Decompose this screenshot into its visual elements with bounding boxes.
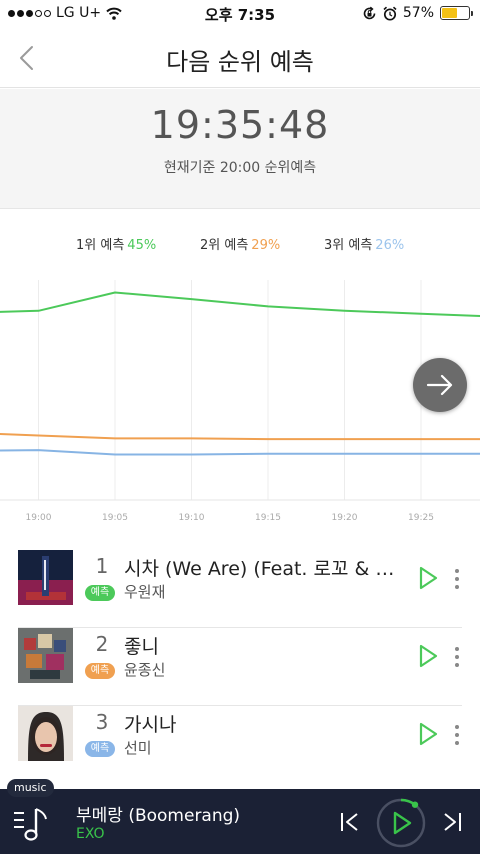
list-item[interactable]: 2 좋니 예측 윤종신 xyxy=(18,628,462,706)
status-bar: LG U+ 오후 7:35 57% xyxy=(0,0,480,28)
series-line-2 xyxy=(0,432,480,441)
more-options-icon[interactable] xyxy=(452,646,462,668)
rotation-lock-icon xyxy=(363,6,376,19)
arrow-right-icon xyxy=(426,374,453,396)
x-tick-label: 19:05 xyxy=(102,513,128,523)
legend-item-3: 3위 예측 26% xyxy=(324,234,404,253)
song-title[interactable]: 시차 (We Are) (Feat. 로꼬 & GRAY) xyxy=(124,554,406,581)
legend-item-1: 1위 예측 45% xyxy=(76,234,156,253)
prediction-badge: 예측 xyxy=(85,741,115,757)
rank-number: 1 xyxy=(95,554,109,578)
now-playing-artist[interactable]: EXO xyxy=(76,826,105,842)
play-icon[interactable] xyxy=(376,798,426,848)
artist-name[interactable]: 우원재 xyxy=(124,581,165,602)
more-options-icon[interactable] xyxy=(452,568,462,590)
prediction-badge: 예측 xyxy=(85,663,115,679)
countdown-subtitle: 현재기준 20:00 순위예측 xyxy=(163,160,317,176)
series-line-3 xyxy=(0,449,480,456)
x-tick-label: 19:20 xyxy=(332,513,358,523)
artist-name[interactable]: 윤종신 xyxy=(124,659,165,680)
legend-pct-3: 26% xyxy=(375,238,405,253)
play-icon[interactable] xyxy=(418,644,438,668)
prediction-badge: 예측 xyxy=(85,585,115,601)
album-cover-2[interactable] xyxy=(18,628,73,683)
album-cover-3[interactable] xyxy=(18,706,73,761)
prediction-chart: 19:00 19:05 19:10 19:15 19:20 19:25 xyxy=(0,270,480,530)
legend-label-3: 3위 예측 xyxy=(324,238,373,253)
rank-number: 3 xyxy=(95,710,109,734)
play-icon[interactable] xyxy=(418,722,438,746)
x-tick-label: 19:15 xyxy=(255,513,281,523)
app-header: 다음 순위 예측 xyxy=(0,28,480,88)
status-right: 57% xyxy=(362,5,473,21)
song-title[interactable]: 가시나 xyxy=(124,710,406,737)
now-playing-title[interactable]: 부메랑 (Boomerang) xyxy=(76,801,240,826)
series-line-1 xyxy=(0,291,480,318)
x-tick-label: 19:00 xyxy=(26,513,52,523)
song-title[interactable]: 좋니 xyxy=(124,632,406,659)
battery-icon xyxy=(440,6,473,20)
list-item[interactable]: 3 가시나 예측 선미 xyxy=(18,706,462,784)
previous-icon[interactable] xyxy=(339,811,361,833)
rank-number: 2 xyxy=(95,632,109,656)
next-icon[interactable] xyxy=(441,811,463,833)
page-title: 다음 순위 예측 xyxy=(166,48,314,76)
legend-pct-1: 45% xyxy=(127,238,157,253)
album-cover-1[interactable] xyxy=(18,550,73,605)
x-tick-label: 19:10 xyxy=(179,513,205,523)
app-screen: LG U+ 오후 7:35 57% 다음 순위 예측 19:35:48 현재기준… xyxy=(0,0,480,854)
legend-label-1: 1위 예측 xyxy=(76,238,125,253)
chart-next-button[interactable] xyxy=(413,358,467,412)
playlist-music-icon[interactable] xyxy=(12,804,52,844)
legend-pct-2: 29% xyxy=(251,238,281,253)
battery-level xyxy=(442,8,457,18)
chart-svg: 19:00 19:05 19:10 19:15 19:20 19:25 xyxy=(0,280,480,523)
more-options-icon[interactable] xyxy=(452,724,462,746)
chart-legend: 1위 예측 45% 2위 예측 29% 3위 예측 26% xyxy=(0,234,480,254)
mini-player[interactable]: 부메랑 (Boomerang) EXO xyxy=(0,789,480,854)
legend-item-2: 2위 예측 29% xyxy=(200,234,280,253)
legend-label-2: 2위 예측 xyxy=(200,238,249,253)
play-icon[interactable] xyxy=(418,566,438,590)
alarm-icon xyxy=(383,6,397,21)
countdown-panel: 19:35:48 현재기준 20:00 순위예측 xyxy=(0,89,480,209)
list-item[interactable]: 1 시차 (We Are) (Feat. 로꼬 & GRAY) 예측 우원재 xyxy=(18,550,462,628)
player-tag: music xyxy=(7,779,54,797)
x-tick-label: 19:25 xyxy=(408,513,434,523)
battery-percent: 57% xyxy=(402,5,434,21)
artist-name[interactable]: 선미 xyxy=(124,737,152,758)
countdown-time: 19:35:48 xyxy=(150,103,330,147)
